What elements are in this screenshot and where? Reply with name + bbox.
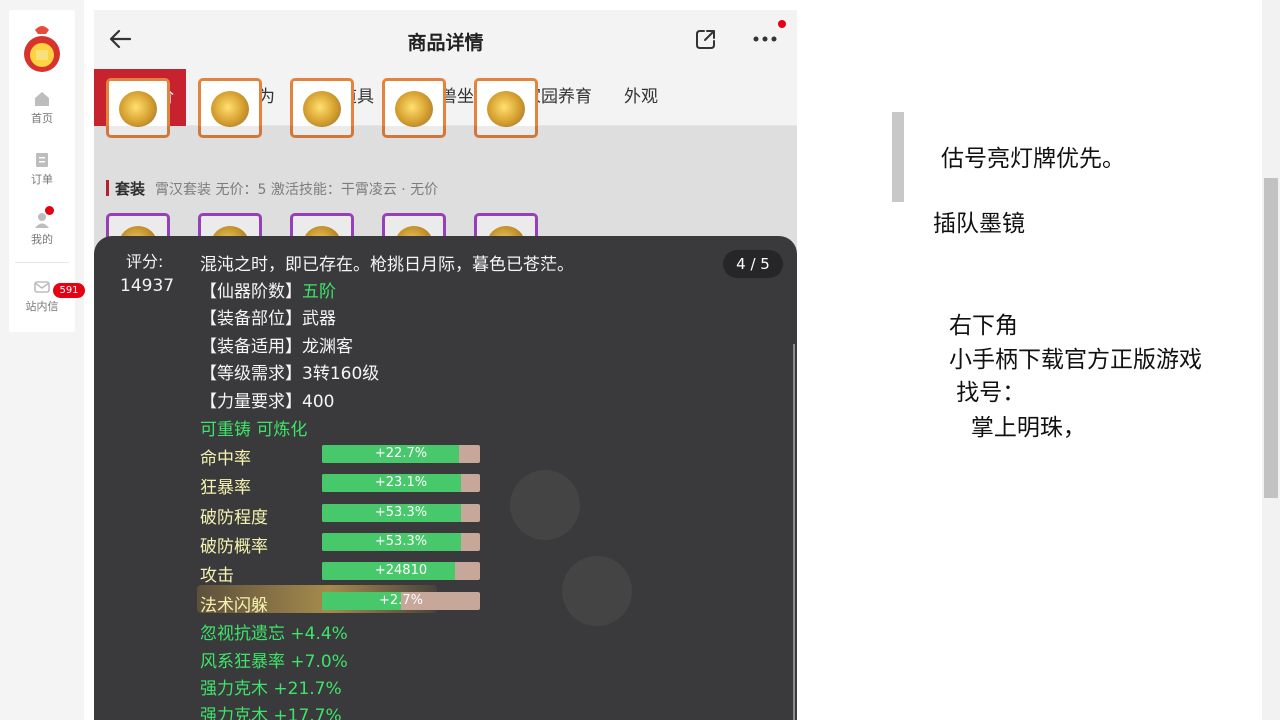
left-sidebar: 首页 订单 我的 站内信 591 (0, 0, 85, 720)
property-row: 【力量要求】400 (200, 387, 334, 412)
sidebar-item-label: 我的 (31, 233, 53, 246)
score-value: 14937 (120, 276, 175, 296)
attribute-name: 狂暴率 (200, 478, 251, 498)
attribute-bar: +2.7% (322, 592, 480, 610)
divider (15, 262, 69, 263)
screen: 首页 订单 我的 站内信 591 商品详情 召唤兽坐骑 家园养育 外观 套装 霄… (0, 0, 1280, 720)
sidebar-item-mine[interactable]: 我的 (9, 211, 75, 247)
attribute-value: +53.3% (374, 505, 428, 520)
more-options-icon[interactable] (752, 34, 780, 44)
sidebar-item-label: 订单 (31, 173, 53, 186)
sidebar-item-home[interactable]: 首页 (9, 90, 75, 126)
note-line: 右下角 (949, 313, 1018, 339)
property-row: 【装备部位】武器 (200, 304, 336, 329)
property-row: 【装备适用】龙渊客 (200, 332, 353, 357)
attribute-value: +22.7% (374, 446, 428, 461)
app-logo-icon[interactable] (21, 22, 63, 78)
product-detail-panel: 商品详情 装备评价 人物修为 物品道具 召唤兽坐骑 家园养育 外观 (94, 10, 797, 720)
attribute-value: +2.7% (379, 593, 423, 608)
property-value: 龙渊客 (302, 337, 353, 357)
property-value: 3转160级 (302, 364, 380, 384)
attribute-name: 破防程度 (200, 508, 268, 528)
attribute-bar: +24810 (322, 562, 480, 580)
property-key: 【力量要求】 (200, 392, 302, 412)
left-sidebar-panel: 首页 订单 我的 站内信 591 (9, 10, 85, 332)
sidebar-item-label: 首页 (31, 112, 53, 125)
share-icon[interactable] (694, 27, 718, 51)
notes-scrollbar-thumb[interactable] (1264, 178, 1278, 498)
equipment-tooltip[interactable]: 评分: 14937 4 / 5 混沌之时，即已存在。枪挑日月际，暮色已苍茫。 【… (94, 236, 797, 720)
top-bar: 商品详情 (94, 10, 797, 69)
notes-pane[interactable]: 估号亮灯牌优先。 插队墨镜 右下角 小手柄下载官方正版游戏 找号： 掌上明珠， (906, 0, 1280, 720)
attribute-name: 命中率 (200, 449, 251, 469)
background-ghost (510, 470, 580, 540)
attribute-name: 攻击 (200, 566, 234, 586)
extra-attribute: 强力克木 +17.7% (200, 706, 342, 720)
property-value: 武器 (302, 309, 336, 329)
property-key: 【仙器阶数】 (200, 282, 302, 302)
attribute-bar: +53.3% (322, 504, 480, 522)
attribute-name: 法术闪躲 (200, 596, 268, 616)
attribute-bar: +22.7% (322, 445, 480, 463)
property-value: 五阶 (302, 282, 336, 302)
sidebar-item-orders[interactable]: 订单 (9, 151, 75, 187)
sidebar-item-label: 站内信 (25, 300, 59, 313)
attribute-name: 破防概率 (200, 537, 268, 557)
item-description: 混沌之时，即已存在。枪挑日月际，暮色已苍茫。 (200, 255, 574, 275)
message-count-badge: 591 (53, 283, 85, 298)
tab-appearance[interactable]: 外观 (624, 69, 658, 126)
score-label: 评分: (126, 252, 164, 271)
property-row: 【等级需求】3转160级 (200, 359, 379, 384)
property-key: 【装备部位】 (200, 309, 302, 329)
home-icon (35, 92, 49, 106)
notification-dot (45, 206, 54, 215)
item-flags: 可重铸 可炼化 (200, 420, 308, 440)
mail-icon (34, 281, 50, 293)
attribute-value: +23.1% (374, 475, 428, 490)
note-line: 掌上明珠， (949, 415, 1086, 441)
note-line: 插队墨镜 (933, 211, 1025, 237)
attribute-bar: +53.3% (322, 533, 480, 551)
note-line: 估号亮灯牌优先。 (941, 146, 1125, 172)
attribute-value: +24810 (374, 563, 428, 578)
order-icon (36, 153, 48, 167)
page-counter: 4 / 5 (723, 250, 783, 278)
property-row: 【仙器阶数】五阶 (200, 277, 336, 302)
notification-dot (778, 20, 786, 28)
extra-attribute: 强力克木 +21.7% (200, 679, 342, 699)
property-key: 【等级需求】 (200, 364, 302, 384)
note-line: 小手柄下载官方正版游戏 (949, 347, 1202, 373)
attribute-value: +53.3% (374, 534, 428, 549)
background-ghost (562, 556, 632, 626)
property-value: 400 (302, 392, 335, 412)
attribute-bar: +23.1% (322, 474, 480, 492)
property-key: 【装备适用】 (200, 337, 302, 357)
extra-attribute: 风系狂暴率 +7.0% (200, 652, 348, 672)
page-scrollbar[interactable] (892, 112, 904, 202)
tooltip-scrollbar[interactable] (793, 344, 795, 720)
extra-attribute: 忽视抗遗忘 +4.4% (200, 624, 348, 644)
note-line: 找号： (949, 380, 1026, 406)
page-title: 商品详情 (407, 32, 484, 54)
